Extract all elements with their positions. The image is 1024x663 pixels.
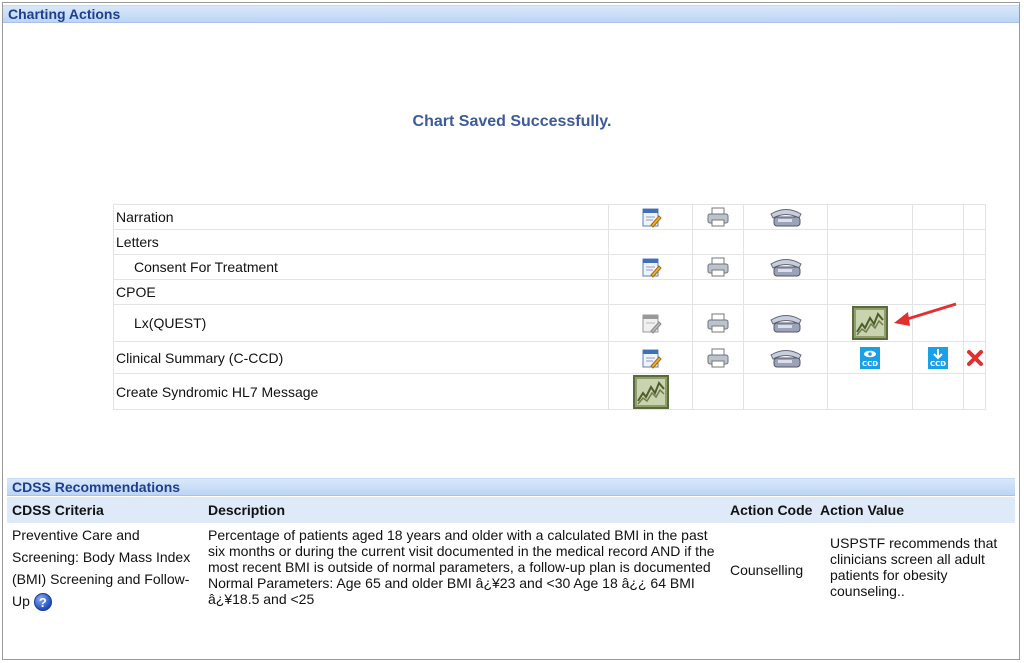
row-label-cpoe: CPOE xyxy=(113,279,609,305)
table-row: Clinical Summary (C-CCD) CCD CCD xyxy=(113,341,986,374)
print-icon[interactable] xyxy=(706,312,730,334)
help-icon[interactable]: ? xyxy=(33,593,52,612)
row-label-lx-quest: Lx(QUEST) xyxy=(113,304,609,342)
delete-icon[interactable] xyxy=(966,349,984,367)
table-row: CPOE xyxy=(113,279,986,305)
view-ccd-icon[interactable]: CCD xyxy=(858,346,882,370)
charting-actions-header: Charting Actions xyxy=(3,5,1019,23)
row-label-create-syndromic-hl7: Create Syndromic HL7 Message xyxy=(113,373,609,410)
lab-chart-icon[interactable] xyxy=(632,374,669,409)
save-status-message: Chart Saved Successfully. xyxy=(412,113,612,130)
edit-note-icon[interactable] xyxy=(640,347,662,369)
edit-note-icon[interactable] xyxy=(640,206,662,228)
table-header-row: CDSS Criteria Description Action Code Ac… xyxy=(7,497,1015,523)
cdss-table: CDSS Criteria Description Action Code Ac… xyxy=(7,497,1015,616)
cdss-description: Percentage of patients aged 18 years and… xyxy=(208,527,715,607)
table-row: Lx(QUEST) xyxy=(113,304,986,342)
ccd-label: CCD xyxy=(930,360,946,368)
table-row: Letters xyxy=(113,229,986,255)
cdss-recommendations-header: CDSS Recommendations xyxy=(7,478,1015,496)
edit-note-icon[interactable] xyxy=(640,256,662,278)
fax-icon[interactable] xyxy=(768,346,804,370)
arrow-annotation-icon xyxy=(890,298,960,333)
column-header-action-value: Action Value xyxy=(818,497,1015,523)
fax-icon[interactable] xyxy=(768,255,804,279)
row-label-clinical-summary: Clinical Summary (C-CCD) xyxy=(113,341,609,374)
column-header-criteria: CDSS Criteria xyxy=(7,497,203,523)
cdss-criteria-cell: Preventive Care and Screening: Body Mass… xyxy=(7,523,203,616)
table-row: Preventive Care and Screening: Body Mass… xyxy=(7,523,1015,616)
edit-note-disabled-icon xyxy=(640,312,662,334)
lab-chart-icon[interactable] xyxy=(852,306,888,340)
row-label-consent-for-treatment: Consent For Treatment xyxy=(113,254,609,280)
row-label-letters: Letters xyxy=(113,229,609,255)
column-header-description: Description xyxy=(203,497,725,523)
fax-icon[interactable] xyxy=(768,205,804,229)
ccd-label: CCD xyxy=(862,360,878,368)
row-label-narration: Narration xyxy=(113,204,609,230)
cdss-action-value: USPSTF recommends that clinicians screen… xyxy=(830,535,998,599)
cdss-action-code: Counselling xyxy=(730,561,804,578)
table-row: Consent For Treatment xyxy=(113,254,986,280)
print-icon[interactable] xyxy=(706,347,730,369)
table-row: Create Syndromic HL7 Message xyxy=(113,373,986,410)
print-icon[interactable] xyxy=(706,256,730,278)
download-ccd-icon[interactable]: CCD xyxy=(926,346,950,370)
charting-actions-table: Narration Letters Consent For Treatment … xyxy=(113,204,986,410)
fax-icon[interactable] xyxy=(768,311,804,335)
print-icon[interactable] xyxy=(706,206,730,228)
column-header-action-code: Action Code xyxy=(725,497,818,523)
table-row: Narration xyxy=(113,204,986,230)
